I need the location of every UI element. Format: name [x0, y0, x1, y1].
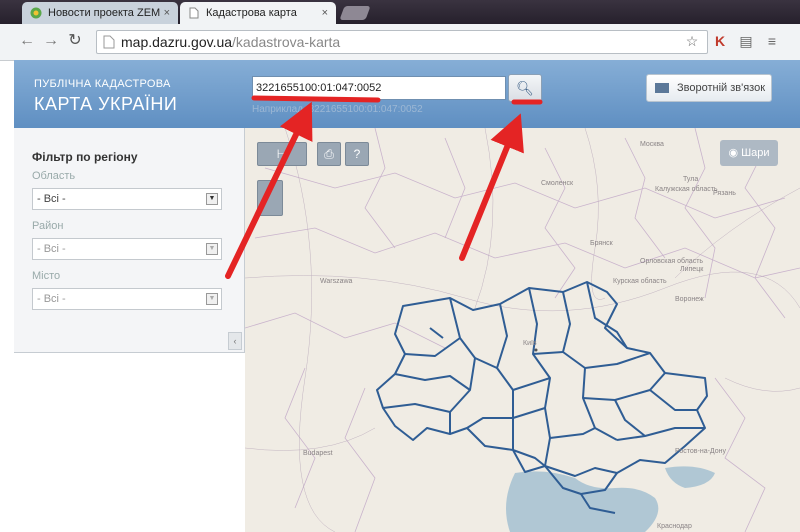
- map-label-krasnodar: Краснодар: [657, 523, 692, 530]
- cadastral-number-input[interactable]: 3221655100:01:047:0052: [252, 76, 506, 100]
- map-label-voronezh: Воронеж: [675, 296, 704, 303]
- tab-title: Новости проекта ZEM.ua: [48, 7, 160, 19]
- map-label-rostov: Ростов-на-Дону: [675, 448, 726, 455]
- sidebar-collapse-button[interactable]: ‹: [228, 332, 242, 350]
- search-button[interactable]: 🔍︎: [508, 74, 542, 102]
- brand-line1: ПУБЛІЧНА КАДАСТРОВА: [34, 78, 171, 90]
- star-icon[interactable]: ☆: [684, 33, 700, 49]
- reload-icon[interactable]: ↻: [66, 32, 84, 50]
- city-label: Місто: [32, 270, 61, 282]
- chevron-down-icon: ▼: [206, 243, 218, 255]
- chevron-down-icon: ▼: [206, 293, 218, 305]
- browser-toolbar: ← → ↻ map.dazru.gov.ua/kadastrova-karta …: [0, 24, 800, 61]
- region-filter-panel: Фільтр по регіону Область - Всі - ▼ Райо…: [14, 128, 245, 353]
- feedback-label: Зворотній зв'язок: [677, 82, 766, 94]
- map-label-warsaw: Warszawa: [320, 278, 353, 285]
- oblast-select[interactable]: - Всі - ▼: [32, 188, 222, 210]
- print-icon[interactable]: ⎙: [317, 142, 341, 166]
- filter-title: Фільтр по регіону: [32, 150, 138, 164]
- tab-close-icon[interactable]: ×: [164, 7, 170, 19]
- cadastral-map[interactable]: Москва Смоленск Калужская область Тула Р…: [245, 128, 800, 532]
- map-label-ryazan: Рязань: [713, 190, 736, 197]
- envelope-icon: [655, 83, 669, 93]
- forward-arrow-icon[interactable]: →: [42, 32, 60, 50]
- tab-cadastral-map[interactable]: Кадастрова карта ×: [180, 2, 336, 24]
- page-icon: [103, 35, 115, 49]
- raion-select[interactable]: - Всі - ▼: [32, 238, 222, 260]
- map-label-smolensk: Смоленск: [541, 180, 574, 187]
- map-label-kursk: Курская область: [613, 278, 667, 285]
- layers-button[interactable]: ◉ Шари: [720, 140, 778, 166]
- raion-label: Район: [32, 220, 64, 232]
- city-value: - Всі -: [37, 293, 66, 305]
- info-pointer-icon[interactable]: ?: [345, 142, 369, 166]
- zoom-control[interactable]: [257, 180, 283, 216]
- brand-line2: КАРТА УКРАЇНИ: [34, 94, 178, 114]
- map-label-bryansk: Брянск: [590, 240, 613, 247]
- map-label-budapest: Budapest: [303, 450, 333, 457]
- address-bar[interactable]: map.dazru.gov.ua/kadastrova-karta: [96, 30, 708, 54]
- tab-zem-news[interactable]: Новости проекта ZEM.ua ×: [22, 2, 178, 24]
- map-label-kyiv: Київ: [523, 340, 537, 347]
- feedback-button[interactable]: Зворотній зв'язок: [646, 74, 772, 102]
- document-icon[interactable]: ▤: [738, 33, 754, 49]
- browser-tab-strip: Новости проекта ZEM.ua × Кадастрова карт…: [0, 0, 800, 24]
- search-icon: 🔍︎: [516, 80, 534, 96]
- map-label-tula: Тула: [683, 176, 699, 183]
- map-label-orel: Орловская область: [640, 258, 704, 265]
- search-hint: Наприклад, 3221655100:01:047:0052: [252, 104, 423, 115]
- oblast-value: - Всі -: [37, 193, 66, 205]
- menu-icon[interactable]: ≡: [764, 33, 780, 49]
- measure-tool-button[interactable]: ⊢: [257, 142, 307, 166]
- layers-icon: ◉: [728, 147, 742, 159]
- new-tab-button[interactable]: [339, 6, 371, 20]
- black-sea-shape: [506, 471, 659, 532]
- layers-label: Шари: [741, 147, 770, 159]
- chevron-down-icon: ▼: [206, 193, 218, 205]
- zem-favicon-icon: [30, 7, 42, 19]
- url-host: map.dazru.gov.ua: [121, 34, 233, 50]
- map-label-moscow: Москва: [640, 141, 664, 148]
- url-path: /kadastrova-karta: [232, 34, 341, 50]
- tab-title: Кадастрова карта: [206, 7, 297, 19]
- page-icon: [189, 7, 199, 19]
- map-label-kaluga: Калужская область: [655, 186, 718, 193]
- site-header: ПУБЛІЧНА КАДАСТРОВА КАРТА УКРАЇНИ 322165…: [14, 60, 800, 128]
- sea-of-azov-shape: [665, 466, 715, 488]
- back-arrow-icon[interactable]: ←: [18, 32, 36, 50]
- city-select[interactable]: - Всі - ▼: [32, 288, 222, 310]
- tab-close-icon[interactable]: ×: [322, 7, 328, 19]
- raion-value: - Всі -: [37, 243, 66, 255]
- map-label-lipetsk: Липецк: [680, 266, 704, 273]
- kyiv-marker: [534, 348, 538, 352]
- extension-icon[interactable]: K: [712, 33, 728, 49]
- oblast-label: Область: [32, 170, 76, 182]
